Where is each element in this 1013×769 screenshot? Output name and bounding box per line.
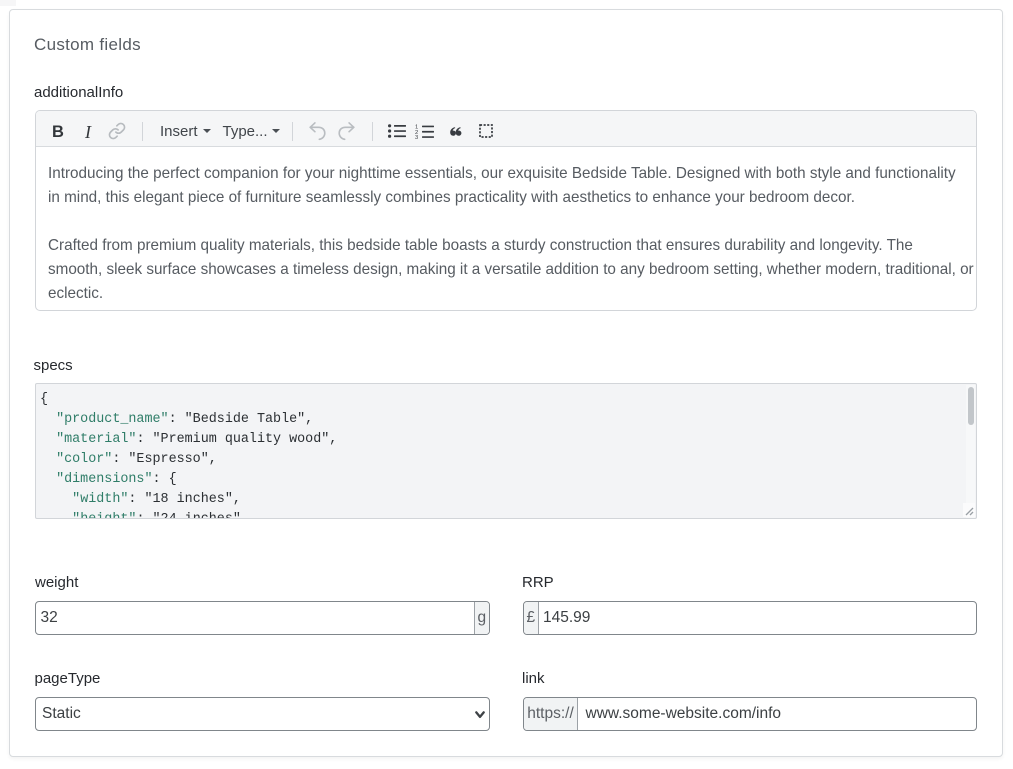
svg-text:3: 3 xyxy=(415,135,418,139)
